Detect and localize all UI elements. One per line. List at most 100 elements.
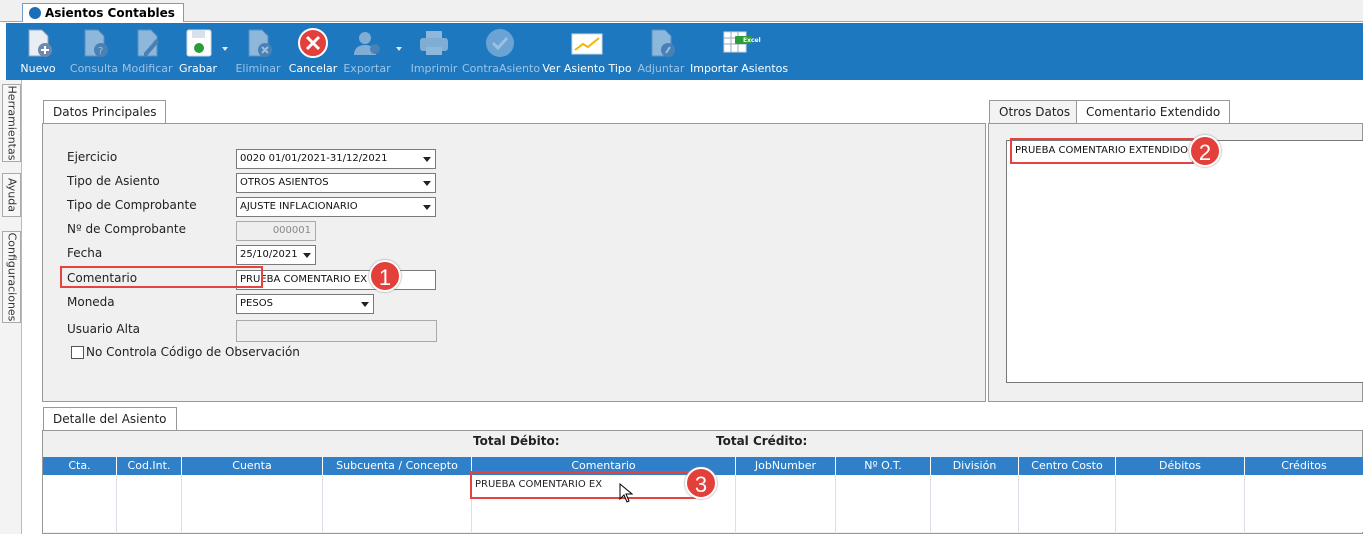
annotation-badge-2: 2 <box>1189 135 1221 167</box>
tab-otros-datos[interactable]: Otros Datos <box>989 100 1081 124</box>
side-tab-bar: Herramientas Ayuda Configuraciones <box>0 80 22 534</box>
column-header-cod-int[interactable]: Cod.Int. <box>117 457 182 475</box>
consulta-button[interactable]: ? Consulta <box>66 23 122 80</box>
chevron-down-icon <box>419 174 435 192</box>
printer-icon <box>420 31 448 55</box>
column-header-jobnumber[interactable]: JobNumber <box>736 457 836 475</box>
comentario-input[interactable]: PRUEBA COMENTARIO EX <box>236 270 436 290</box>
highlight-box-grid-comentario <box>470 471 696 499</box>
cell-centro-costo[interactable] <box>1019 475 1116 494</box>
tipo-comprobante-select[interactable]: AJUSTE INFLACIONARIO <box>236 197 436 217</box>
ver-asiento-tipo-button[interactable]: Ver Asiento Tipo <box>542 23 632 80</box>
cell-jobnumber[interactable] <box>736 513 836 532</box>
cell-cuenta[interactable] <box>182 475 323 494</box>
moneda-select[interactable]: PESOS <box>236 294 374 314</box>
cell-division[interactable] <box>931 494 1019 513</box>
cell-creditos[interactable] <box>1245 475 1363 494</box>
cell-nro-ot[interactable] <box>836 513 931 532</box>
adjuntar-button[interactable]: Adjuntar <box>636 23 686 80</box>
tab-detalle-asiento[interactable]: Detalle del Asiento <box>43 407 177 431</box>
ejercicio-select[interactable]: 0020 01/01/2021-31/12/2021 <box>236 149 436 169</box>
cell-cod-int[interactable] <box>117 494 182 513</box>
cell-debitos[interactable] <box>1116 513 1245 532</box>
chart-icon <box>571 33 603 55</box>
cell-cuenta[interactable] <box>182 494 323 513</box>
cell-division[interactable] <box>931 513 1019 532</box>
column-header-creditos[interactable]: Créditos <box>1245 457 1363 475</box>
tab-datos-principales[interactable]: Datos Principales <box>43 100 167 124</box>
modificar-button[interactable]: Modificar <box>122 23 173 80</box>
eliminar-button[interactable]: Eliminar <box>232 23 284 80</box>
total-debito-label: Total Débito: <box>473 434 560 448</box>
cell-cta[interactable] <box>43 513 117 532</box>
cell-centro-costo[interactable] <box>1019 513 1116 532</box>
column-header-centro-costo[interactable]: Centro Costo <box>1019 457 1116 475</box>
side-tab-configuraciones[interactable]: Configuraciones <box>2 231 21 323</box>
cell-subcuenta[interactable] <box>323 494 472 513</box>
cell-nro-ot[interactable] <box>836 475 931 494</box>
cell-subcuenta[interactable] <box>323 513 472 532</box>
cell-comentario[interactable] <box>472 513 736 532</box>
column-header-cta[interactable]: Cta. <box>43 457 117 475</box>
cancel-icon <box>298 28 328 58</box>
query-document-icon: ? <box>84 29 108 57</box>
no-controla-checkbox[interactable] <box>71 346 84 359</box>
column-header-subcuenta[interactable]: Subcuenta / Concepto <box>323 457 472 475</box>
cell-creditos[interactable] <box>1245 494 1363 513</box>
tab-comentario-extendido[interactable]: Comentario Extendido <box>1076 100 1231 124</box>
export-user-icon <box>354 32 380 55</box>
exportar-button[interactable]: Exportar <box>342 23 392 80</box>
chevron-down-icon <box>419 198 435 216</box>
usuario-alta-label: Usuario Alta <box>67 322 141 336</box>
cancelar-button[interactable]: Cancelar <box>286 23 340 80</box>
cell-nro-ot[interactable] <box>836 494 931 513</box>
cell-jobnumber[interactable] <box>736 494 836 513</box>
table-row[interactable] <box>43 513 1363 532</box>
excel-badge: Excel <box>743 37 761 44</box>
tipo-asiento-select[interactable]: OTROS ASIENTOS <box>236 173 436 193</box>
document-tab-strip: Asientos Contables <box>0 0 1363 22</box>
nro-comprobante-field: 000001 <box>236 221 316 241</box>
usuario-alta-field <box>236 320 437 342</box>
column-header-debitos[interactable]: Débitos <box>1116 457 1245 475</box>
cell-cta[interactable] <box>43 475 117 494</box>
nro-comprobante-label: Nº de Comprobante <box>67 222 186 236</box>
cell-cod-int[interactable] <box>117 475 182 494</box>
cell-debitos[interactable] <box>1116 494 1245 513</box>
column-header-cuenta[interactable]: Cuenta <box>182 457 323 475</box>
column-header-division[interactable]: División <box>931 457 1019 475</box>
comentario-extendido-textarea[interactable]: PRUEBA COMENTARIO EXTENDIDO <box>1006 140 1363 383</box>
cell-cuenta[interactable] <box>182 513 323 532</box>
delete-document-icon <box>248 29 272 57</box>
annotation-badge-3: 3 <box>685 467 717 499</box>
edit-document-icon <box>137 29 159 57</box>
fecha-date-picker[interactable]: 25/10/2021 <box>236 245 316 265</box>
cell-creditos[interactable] <box>1245 513 1363 532</box>
cell-jobnumber[interactable] <box>736 475 836 494</box>
total-credito-label: Total Crédito: <box>716 434 808 448</box>
cell-subcuenta[interactable] <box>323 475 472 494</box>
tipo-comprobante-label: Tipo de Comprobante <box>67 198 197 212</box>
attach-document-icon <box>651 29 675 57</box>
document-tab[interactable]: Asientos Contables <box>22 3 184 22</box>
comentario-extendido-panel: PRUEBA COMENTARIO EXTENDIDO <box>988 123 1363 402</box>
nuevo-button[interactable]: Nuevo <box>10 23 66 80</box>
save-disk-icon <box>186 29 212 57</box>
exportar-dropdown-caret[interactable] <box>396 47 402 51</box>
importar-asientos-button[interactable]: Excel Importar Asientos <box>690 23 788 80</box>
side-tab-herramientas[interactable]: Herramientas <box>2 84 21 162</box>
contraasiento-button[interactable]: ContraAsiento <box>462 23 540 80</box>
cell-debitos[interactable] <box>1116 475 1245 494</box>
cell-cod-int[interactable] <box>117 513 182 532</box>
column-header-nro-ot[interactable]: Nº O.T. <box>836 457 931 475</box>
no-controla-label: No Controla Código de Observación <box>86 345 300 359</box>
imprimir-button[interactable]: Imprimir <box>406 23 462 80</box>
cell-division[interactable] <box>931 475 1019 494</box>
cell-cta[interactable] <box>43 494 117 513</box>
cell-centro-costo[interactable] <box>1019 494 1116 513</box>
grabar-dropdown-caret[interactable] <box>222 47 228 51</box>
annotation-badge-1: 1 <box>369 260 401 292</box>
grabar-button[interactable]: Grabar <box>174 23 222 80</box>
tipo-asiento-label: Tipo de Asiento <box>67 174 160 188</box>
side-tab-ayuda[interactable]: Ayuda <box>2 173 21 217</box>
